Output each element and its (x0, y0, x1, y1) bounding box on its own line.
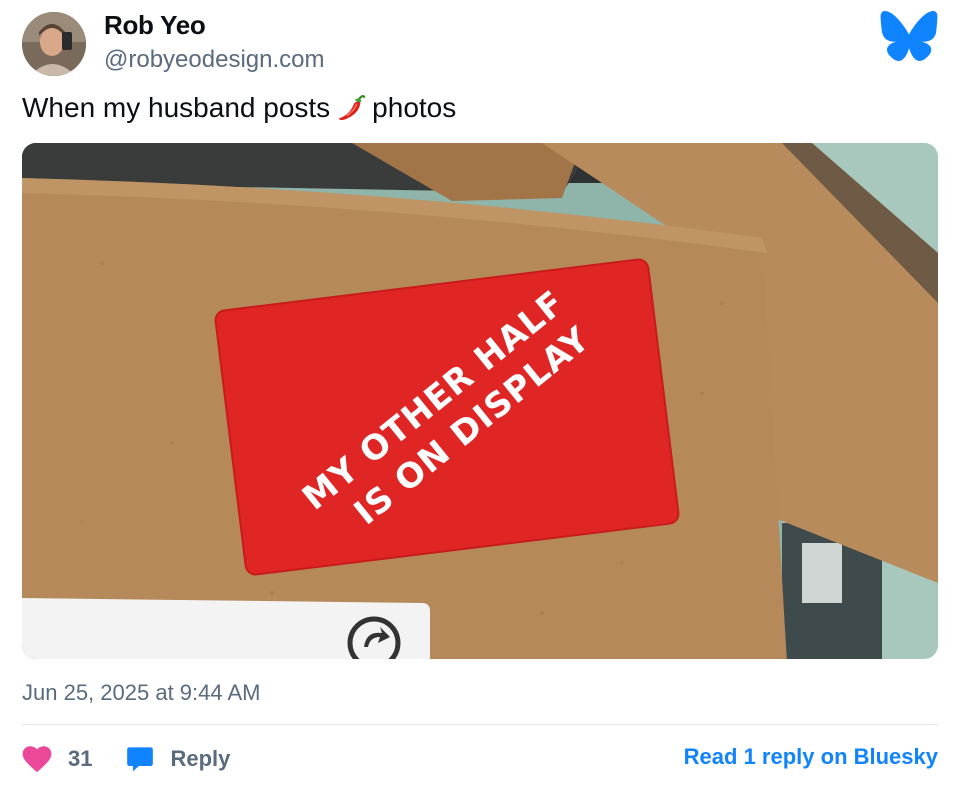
post-text-before: When my husband posts (22, 92, 331, 123)
avatar[interactable] (22, 12, 86, 76)
bluesky-butterfly-icon[interactable] (879, 10, 939, 62)
post-actions: 31 Reply (22, 741, 230, 777)
reply-label: Reply (170, 746, 231, 771)
divider (22, 724, 938, 725)
author-name[interactable]: Rob Yeo (104, 10, 206, 41)
bluesky-post-embed: Rob Yeo @robyeodesign.com When my husban… (0, 0, 960, 791)
reply-bubble-icon (127, 747, 154, 772)
post-text: When my husband posts photos (22, 92, 456, 124)
post-image[interactable]: MY OTHER HALF IS ON DISPLAY (22, 143, 938, 659)
like-count: 31 (68, 746, 93, 771)
reply-button[interactable]: Reply (126, 745, 230, 773)
heart-icon[interactable] (22, 745, 52, 773)
post-text-after: photos (372, 92, 457, 123)
chili-pepper-icon (338, 94, 366, 120)
post-timestamp[interactable]: Jun 25, 2025 at 9:44 AM (22, 680, 261, 706)
read-replies-link[interactable]: Read 1 reply on Bluesky (684, 744, 938, 770)
author-handle[interactable]: @robyeodesign.com (104, 46, 324, 74)
